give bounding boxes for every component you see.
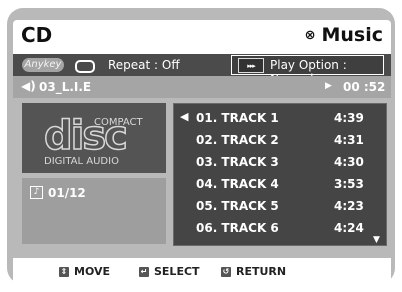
track-name: 01. TRACK 1 — [196, 111, 279, 125]
track-name: 06. TRACK 6 — [196, 221, 279, 235]
return-key-icon: ↺ — [221, 266, 231, 277]
track-counter: 01/12 — [48, 186, 86, 200]
selected-speaker-icon: ◀ — [180, 110, 189, 123]
scroll-down-icon[interactable]: ▼ — [373, 235, 380, 245]
track-time: 3:53 — [334, 177, 364, 191]
help-select-label: SELECT — [154, 265, 200, 278]
track-row[interactable]: ◀ 01. TRACK 1 4:39 — [174, 107, 386, 129]
track-time: 4:31 — [334, 133, 364, 147]
track-list[interactable]: ◀ 01. TRACK 1 4:39 02. TRACK 2 4:31 03. … — [173, 103, 387, 246]
track-time: 4:23 — [334, 199, 364, 213]
help-move: ⇕ MOVE — [59, 265, 110, 278]
disc-icon: ⊗ — [304, 27, 316, 43]
play-option-icon: ▸▸▸ — [238, 58, 264, 73]
anykey-button[interactable]: Anykey — [22, 58, 64, 72]
track-time: 4:30 — [334, 155, 364, 169]
track-name: 03. TRACK 3 — [196, 155, 279, 169]
track-row[interactable]: 05. TRACK 5 4:23 — [174, 195, 386, 217]
track-counter-panel: ♪ 01/12 — [22, 178, 166, 244]
repeat-status[interactable]: Repeat : Off — [108, 58, 180, 72]
track-name: 04. TRACK 4 — [196, 177, 279, 191]
title-bar: CD ⊗ Music — [13, 20, 391, 54]
current-track: 03_L.I.E — [39, 80, 92, 94]
move-key-icon: ⇕ — [59, 266, 69, 277]
track-row[interactable]: 03. TRACK 3 4:30 — [174, 151, 386, 173]
mode-label: Music — [321, 24, 383, 46]
track-row[interactable]: 02. TRACK 2 4:31 — [174, 129, 386, 151]
music-note-icon: ♪ — [30, 186, 43, 199]
help-bar: ⇕ MOVE ↵ SELECT ↺ RETURN — [13, 258, 391, 284]
track-row[interactable]: 04. TRACK 4 3:53 — [174, 173, 386, 195]
help-return: ↺ RETURN — [221, 265, 286, 278]
help-return-label: RETURN — [236, 265, 287, 278]
compact-disc-logo: disc COMPACT DIGITAL AUDIO — [22, 103, 166, 173]
now-playing-bar: ◀) 03_L.I.E ▶ 00 :52 — [13, 76, 391, 98]
track-time: 4:24 — [334, 221, 364, 235]
logo-digital-audio-text: DIGITAL AUDIO — [44, 156, 119, 167]
help-select: ↵ SELECT — [139, 265, 200, 278]
content-area: disc COMPACT DIGITAL AUDIO ♪ 01/12 ◀ 01.… — [13, 98, 391, 252]
page-title: CD — [21, 23, 53, 47]
play-option-button[interactable]: ▸▸▸ Play Option : Normal — [231, 55, 384, 86]
track-row[interactable]: 06. TRACK 6 4:24 — [174, 217, 386, 239]
elapsed-time: 00 :52 — [343, 80, 386, 94]
repeat-bar: Anykey Repeat : Off ▸▸▸ Play Option : No… — [13, 54, 391, 86]
track-name: 05. TRACK 5 — [196, 199, 279, 213]
help-move-label: MOVE — [74, 265, 111, 278]
speaker-icon: ◀) — [21, 79, 36, 93]
track-name: 02. TRACK 2 — [196, 133, 279, 147]
select-key-icon: ↵ — [139, 266, 149, 277]
logo-compact-text: COMPACT — [94, 117, 143, 128]
repeat-icon — [75, 60, 95, 73]
track-time: 4:39 — [334, 111, 364, 125]
play-icon: ▶ — [325, 81, 332, 91]
mode-indicator: ⊗ Music — [305, 24, 383, 46]
